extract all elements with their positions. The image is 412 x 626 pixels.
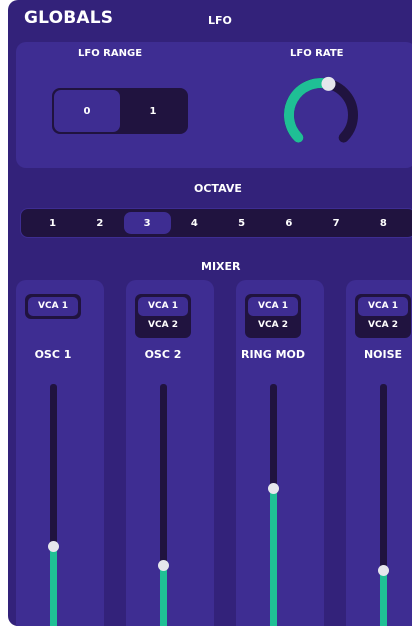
mixer-channel-ring-mod: VCA 1 VCA 2 RING MOD [236, 280, 324, 626]
lfo-range-label: LFO RANGE [78, 48, 143, 59]
lfo-range-selector: 0 1 [52, 88, 188, 134]
octave-option-3[interactable]: 3 [123, 212, 171, 234]
vca-2-button[interactable]: VCA 2 [248, 316, 298, 335]
octave-option-8[interactable]: 8 [360, 212, 407, 234]
lfo-rate-knob[interactable] [276, 70, 366, 160]
lfo-range-option-0[interactable]: 0 [54, 90, 120, 132]
octave-option-7[interactable]: 7 [313, 212, 360, 234]
octave-option-6[interactable]: 6 [265, 212, 312, 234]
slider-fill [270, 488, 277, 626]
tab-lfo[interactable]: LFO [208, 14, 232, 27]
vca-1-button[interactable]: VCA 1 [248, 297, 298, 316]
vca-selector: VCA 1 VCA 2 [135, 294, 191, 338]
vca-2-button[interactable]: VCA 2 [138, 316, 188, 335]
lfo-range-option-1[interactable]: 1 [120, 90, 186, 132]
vca-1-button[interactable]: VCA 1 [358, 297, 408, 316]
slider-fill [160, 565, 167, 626]
octave-option-5[interactable]: 5 [218, 212, 265, 234]
channel-name: NOISE [363, 348, 403, 361]
vca-1-button[interactable]: VCA 1 [28, 297, 78, 316]
vca-selector: VCA 1 VCA 2 [355, 294, 411, 338]
channel-name: OSC 2 [144, 348, 182, 361]
octave-option-2[interactable]: 2 [76, 212, 123, 234]
knob-fill [284, 78, 334, 143]
slider-thumb[interactable] [158, 560, 169, 571]
octave-option-4[interactable]: 4 [171, 212, 218, 234]
mixer-channel-osc1: VCA 1 OSC 1 [16, 280, 104, 626]
level-slider[interactable] [48, 384, 59, 626]
vca-selector: VCA 1 [25, 294, 81, 319]
level-slider[interactable] [158, 384, 169, 626]
slider-thumb[interactable] [268, 483, 279, 494]
panel-title: GLOBALS [24, 8, 114, 28]
vca-2-button[interactable]: VCA 2 [358, 316, 408, 335]
slider-thumb[interactable] [48, 541, 59, 552]
vca-1-button[interactable]: VCA 1 [138, 297, 188, 316]
octave-selector: 1 2 3 4 5 6 7 8 [20, 208, 412, 238]
globals-panel: GLOBALS LFO LFO RANGE LFO RATE 0 1 OCTAV… [8, 0, 412, 626]
octave-option-1[interactable]: 1 [29, 212, 76, 234]
channel-name: OSC 1 [34, 348, 72, 361]
vca-selector: VCA 1 VCA 2 [245, 294, 301, 338]
mixer-channel-osc2: VCA 1 VCA 2 OSC 2 [126, 280, 214, 626]
mixer-channel-noise: VCA 1 VCA 2 NOISE [346, 280, 412, 626]
level-slider[interactable] [378, 384, 389, 626]
slider-thumb[interactable] [378, 565, 389, 576]
level-slider[interactable] [268, 384, 279, 626]
knob-thumb[interactable] [321, 76, 336, 91]
lfo-rate-label: LFO RATE [290, 48, 344, 59]
octave-label: OCTAVE [194, 182, 242, 195]
slider-fill [380, 570, 387, 626]
slider-fill [50, 546, 57, 626]
mixer-label: MIXER [201, 260, 241, 273]
channel-name: RING MOD [240, 348, 306, 361]
